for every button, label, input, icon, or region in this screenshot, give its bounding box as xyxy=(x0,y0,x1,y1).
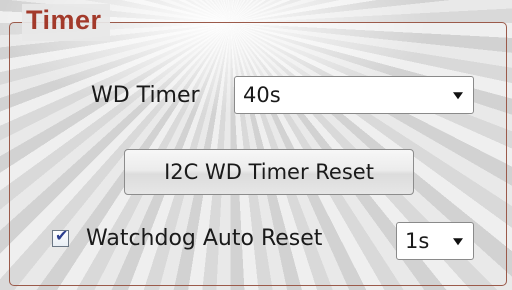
timer-group-title: Timer xyxy=(26,5,102,35)
wd-timer-label: WD Timer xyxy=(91,83,200,108)
timer-panel: Timer WD Timer 40s I2C WD Timer Reset ✔ … xyxy=(0,0,512,290)
watchdog-auto-reset-label[interactable]: Watchdog Auto Reset xyxy=(86,226,322,251)
auto-reset-interval-value: 1s xyxy=(405,229,430,253)
auto-reset-interval-select[interactable]: 1s xyxy=(396,222,474,260)
dropdown-arrow-icon xyxy=(453,238,463,246)
checkmark-icon: ✔ xyxy=(55,226,69,245)
dropdown-arrow-icon xyxy=(453,92,463,100)
timer-group-header: Timer xyxy=(22,4,110,41)
i2c-wd-timer-reset-button[interactable]: I2C WD Timer Reset xyxy=(124,149,414,195)
wd-timer-select[interactable]: 40s xyxy=(234,76,474,114)
wd-timer-select-value: 40s xyxy=(243,83,281,107)
watchdog-auto-reset-checkbox[interactable]: ✔ xyxy=(52,226,69,247)
